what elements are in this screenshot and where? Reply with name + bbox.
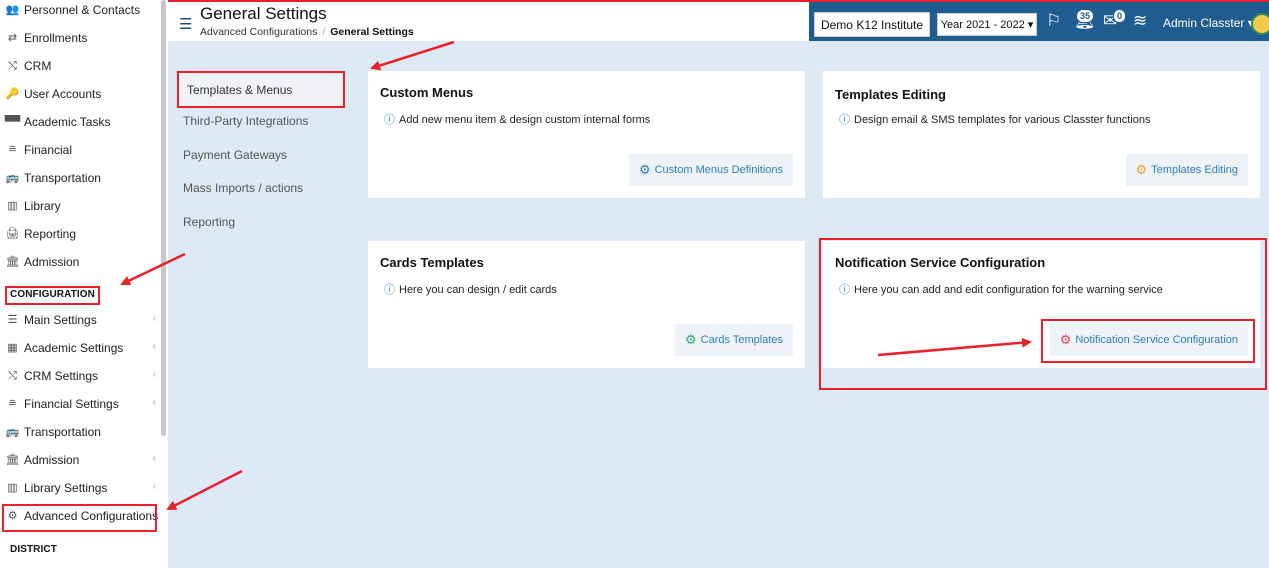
arrow-to-templates-menus	[370, 40, 455, 71]
arrow-to-configuration	[120, 252, 186, 286]
arrow-to-advanced-configurations	[166, 469, 243, 511]
arrow-to-notification-button	[877, 337, 1032, 357]
annotation-arrows	[120, 40, 1032, 511]
